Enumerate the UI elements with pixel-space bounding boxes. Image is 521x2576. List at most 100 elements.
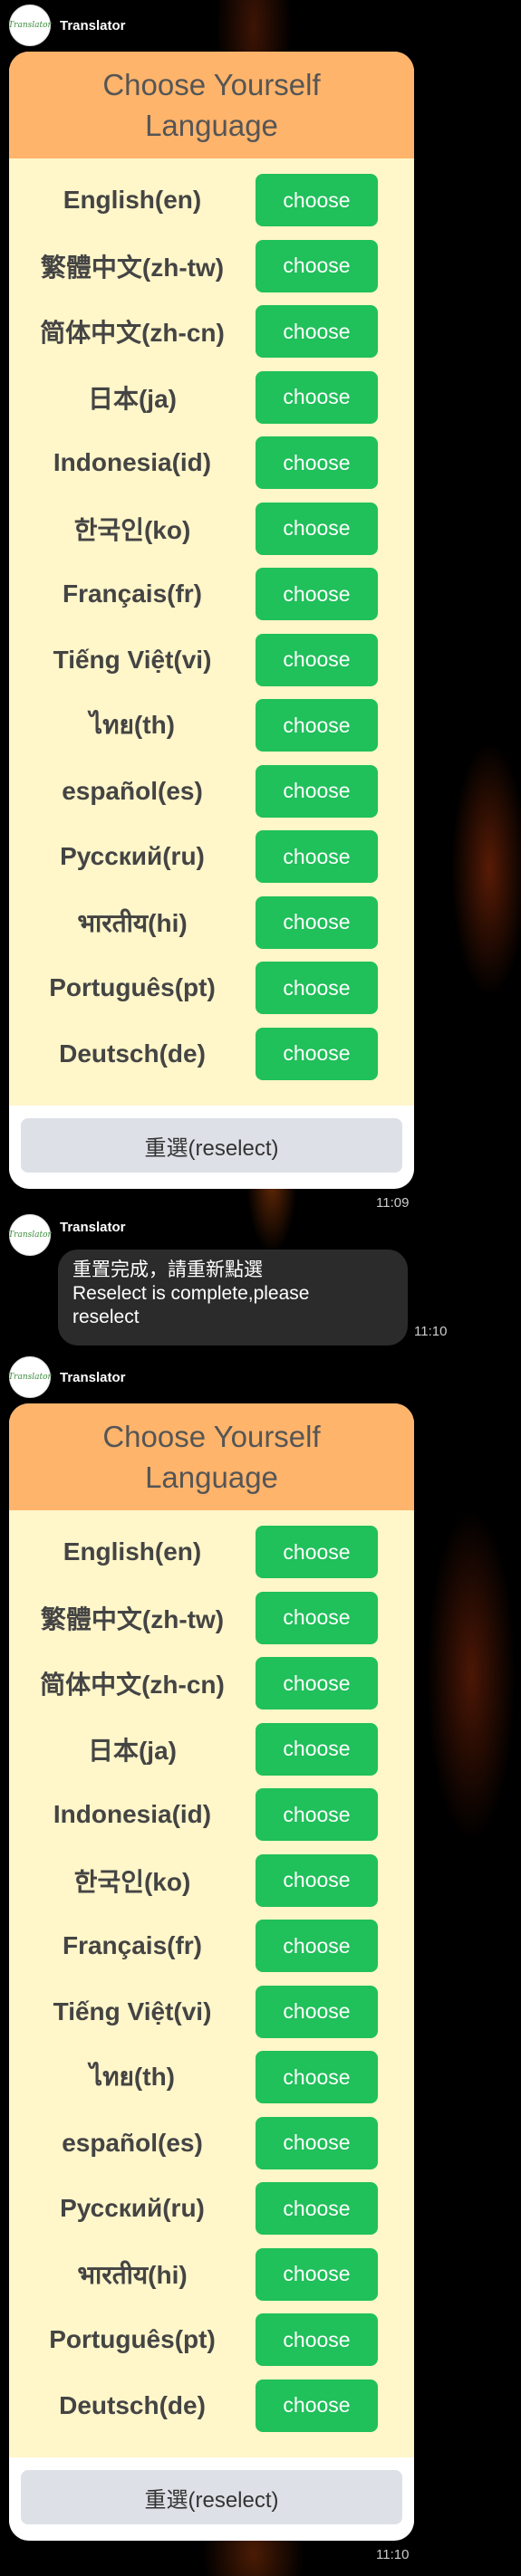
message-timestamp: 11:10 (376, 2547, 410, 2562)
language-row: 한국인(ko) choose (9, 1848, 414, 1914)
language-row: ไทย(th) choose (9, 2045, 414, 2111)
language-label: Português(pt) (49, 973, 216, 1002)
choose-button[interactable]: choose (256, 305, 378, 359)
choose-button[interactable]: choose (256, 568, 378, 621)
language-row: 日本(ja) choose (9, 1717, 414, 1783)
translator-avatar[interactable]: Translator (8, 1356, 52, 1398)
choose-button[interactable]: choose (256, 436, 378, 490)
language-label: 日本(ja) (87, 384, 177, 413)
language-label: भारतीय(hi) (77, 908, 188, 937)
choose-button[interactable]: choose (256, 174, 378, 227)
language-label: ไทย(th) (89, 2063, 176, 2092)
choose-button[interactable]: choose (256, 1591, 378, 1644)
language-label: Português(pt) (49, 2325, 216, 2354)
language-row: Português(pt) choose (9, 2307, 414, 2373)
avatar-text: Translator (8, 1231, 52, 1240)
language-list: English(en) choose 繁體中文(zh-tw) choose 简体中文… (9, 158, 414, 1087)
language-label: Русский(ru) (60, 2194, 205, 2223)
sender-name: Translator (60, 1369, 126, 1385)
language-row: Tiếng Việt(vi) choose (9, 1979, 414, 2045)
language-row: Français(fr) choose (9, 1913, 414, 1979)
choose-button[interactable]: choose (256, 1985, 378, 2038)
choose-button[interactable]: choose (256, 1526, 378, 1579)
language-row: 한국인(ko) choose (9, 496, 414, 562)
message-text-line2: Reselect is complete,please (72, 1283, 310, 1304)
choose-button[interactable]: choose (256, 2182, 378, 2236)
language-row: 繁體中文(zh-tw) choose (9, 234, 414, 300)
language-row: Indonesia(id) choose (9, 1782, 414, 1848)
card-title-line2: Language (145, 109, 278, 142)
choose-button[interactable]: choose (256, 1920, 378, 1973)
language-label: 日本(ja) (87, 1736, 177, 1765)
language-row: Русский(ru) choose (9, 824, 414, 890)
language-label: ไทย(th) (89, 711, 176, 740)
choose-button[interactable]: choose (256, 2051, 378, 2104)
choose-button[interactable]: choose (256, 1853, 378, 1907)
choose-button[interactable]: choose (256, 764, 378, 818)
message-text-line1: 重置完成，請重新點選 (72, 1259, 263, 1280)
choose-button[interactable]: choose (256, 2379, 378, 2432)
card-title-line2: Language (145, 1460, 278, 1494)
choose-button[interactable]: choose (256, 1027, 378, 1080)
message-card-1: Translator Translator Choose Yourself Lan… (8, 4, 516, 1189)
sender-name: Translator (60, 1219, 126, 1235)
language-row: 简体中文(zh-cn) choose (9, 1651, 414, 1717)
language-label: 繁體中文(zh-tw) (40, 253, 225, 282)
language-label: Deutsch(de) (59, 1039, 206, 1068)
language-row: Français(fr) choose (9, 561, 414, 627)
language-row: ไทย(th) choose (9, 693, 414, 759)
message-timestamp: 11:10 (414, 1324, 448, 1339)
language-label: español(es) (62, 776, 203, 805)
language-label: English(en) (63, 186, 202, 215)
message-text-line3: reselect (72, 1307, 140, 1327)
language-label: 简体中文(zh-cn) (40, 319, 225, 348)
message-bubble[interactable]: 重置完成，請重新點選 Reselect is complete,please r… (58, 1250, 408, 1345)
language-label: 한국인(ko) (73, 515, 191, 544)
choose-button[interactable]: choose (256, 2247, 378, 2301)
language-row: Русский(ru) choose (9, 2176, 414, 2242)
language-label: 简体中文(zh-cn) (40, 1671, 225, 1700)
language-row: 繁體中文(zh-tw) choose (9, 1585, 414, 1652)
card-title: Choose Yourself Language (9, 1403, 414, 1510)
language-list: English(en) choose 繁體中文(zh-tw) choose 简体中文… (9, 1510, 414, 2438)
language-label: Deutsch(de) (59, 2390, 206, 2419)
card-title-line1: Choose Yourself (102, 1420, 321, 1453)
language-label: Tiếng Việt(vi) (53, 645, 212, 674)
choose-button[interactable]: choose (256, 2313, 378, 2367)
translator-avatar[interactable]: Translator (8, 1214, 52, 1256)
language-label: 한국인(ko) (73, 1867, 191, 1896)
language-label: Tiếng Việt(vi) (53, 1997, 212, 2025)
choose-button[interactable]: choose (256, 1657, 378, 1710)
language-label: Français(fr) (62, 1931, 203, 1960)
choose-button[interactable]: choose (256, 239, 378, 292)
language-row: Português(pt) choose (9, 955, 414, 1021)
choose-button[interactable]: choose (256, 2116, 378, 2169)
message-timestamp: 11:09 (376, 1195, 410, 1211)
choose-button[interactable]: choose (256, 962, 378, 1015)
language-label: Indonesia(id) (53, 1800, 212, 1829)
card-title: Choose Yourself Language (9, 52, 414, 158)
choose-button[interactable]: choose (256, 895, 378, 949)
language-label: भारतीय(hi) (77, 2260, 188, 2289)
language-row: भारतीय(hi) choose (9, 2242, 414, 2308)
choose-button[interactable]: choose (256, 370, 378, 424)
choose-button[interactable]: choose (256, 699, 378, 752)
choose-button[interactable]: choose (256, 633, 378, 686)
language-row: भारतीय(hi) choose (9, 890, 414, 956)
choose-button[interactable]: choose (256, 1722, 378, 1776)
card-footer: 重選(reselect) (9, 2457, 414, 2535)
translator-avatar[interactable]: Translator (8, 5, 52, 46)
choose-button[interactable]: choose (256, 830, 378, 884)
language-row: Indonesia(id) choose (9, 430, 414, 496)
card-title-line1: Choose Yourself (102, 68, 321, 101)
sender-row: Translator Translator (8, 4, 516, 47)
language-card: Choose Yourself Language English(en) choos… (9, 52, 414, 1189)
message-text-2: Translator Translator 重置完成，請重新點選 Reselec… (8, 1213, 516, 1345)
choose-button[interactable]: choose (256, 502, 378, 555)
reselect-button[interactable]: 重選(reselect) (21, 2470, 402, 2524)
choose-button[interactable]: choose (256, 1788, 378, 1842)
card-footer: 重選(reselect) (9, 1106, 414, 1183)
reselect-button[interactable]: 重選(reselect) (21, 1118, 402, 1173)
language-label: Indonesia(id) (53, 448, 212, 477)
language-label: 繁體中文(zh-tw) (40, 1604, 225, 1633)
